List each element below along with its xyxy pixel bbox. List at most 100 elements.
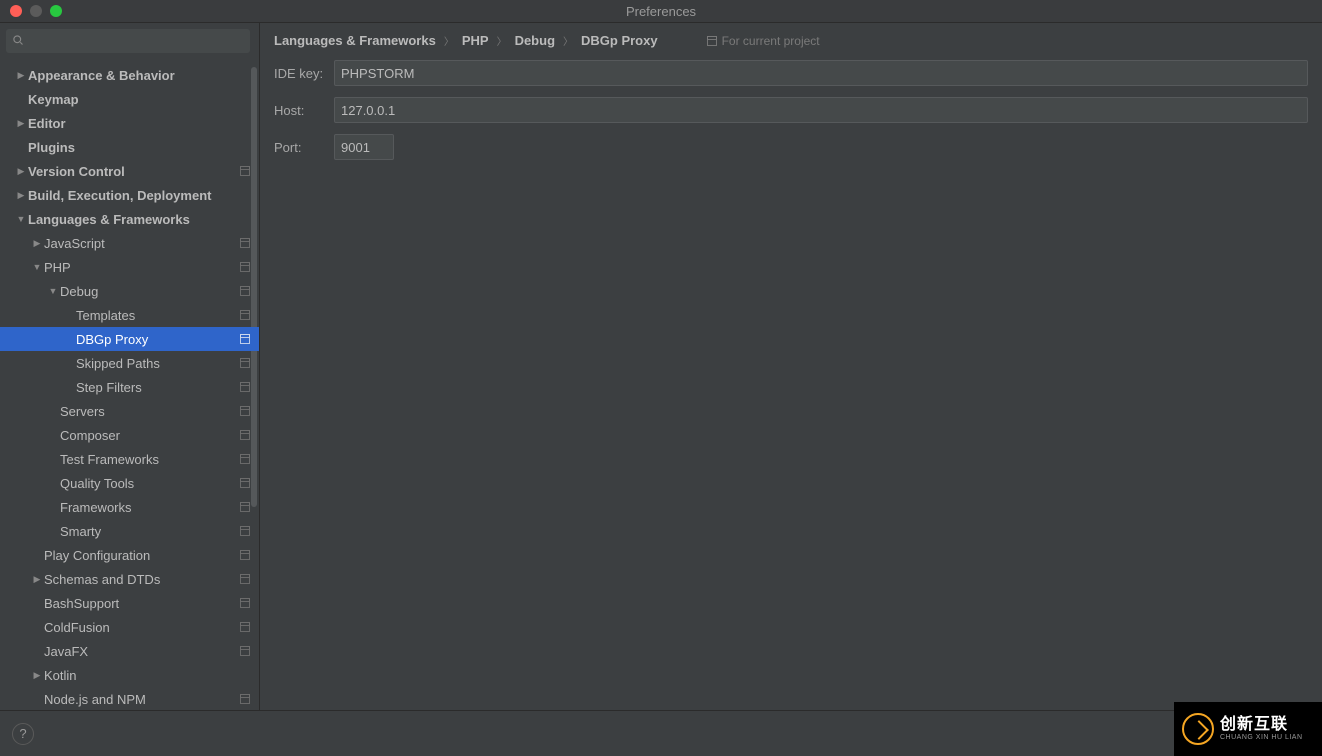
chevron-right-icon: 〉 [444,33,454,48]
breadcrumb-item[interactable]: Languages & Frameworks [274,33,436,48]
search-icon [12,34,24,46]
project-icon [239,549,251,561]
tree-item[interactable]: DBGp Proxy [0,327,259,351]
breadcrumb-item[interactable]: DBGp Proxy [581,33,658,48]
tree-item-label: Debug [60,284,98,299]
tree-item[interactable]: Test Frameworks [0,447,259,471]
chevron-down-icon[interactable]: ▼ [30,262,44,272]
tree-item[interactable]: Step Filters [0,375,259,399]
watermark-logo-icon [1182,713,1214,745]
titlebar: Preferences [0,0,1322,23]
tree-item-label: Step Filters [76,380,142,395]
watermark: 创新互联 CHUANG XIN HU LIAN [1174,702,1322,756]
tree-item[interactable]: Keymap [0,87,259,111]
project-icon [239,237,251,249]
project-icon [239,309,251,321]
tree-item[interactable]: ▼Languages & Frameworks [0,207,259,231]
tree-item-label: Editor [28,116,66,131]
tree-item[interactable]: ▶Appearance & Behavior [0,63,259,87]
project-icon [706,35,718,47]
port-label: Port: [274,140,334,155]
tree-item-label: Frameworks [60,500,132,515]
chevron-right-icon: 〉 [563,33,573,48]
tree-item[interactable]: Node.js and NPM [0,687,259,710]
help-button[interactable]: ? [12,723,34,745]
traffic-lights [0,5,62,17]
host-input[interactable] [334,97,1308,123]
project-icon [239,165,251,177]
project-icon [239,501,251,513]
footer: ? Cancel A [0,710,1322,756]
project-scope-tag: For current project [706,34,820,48]
host-label: Host: [274,103,334,118]
project-icon [239,453,251,465]
project-icon [239,357,251,369]
chevron-right-icon[interactable]: ▶ [14,70,28,81]
chevron-right-icon[interactable]: ▶ [30,670,44,681]
tree-item[interactable]: Plugins [0,135,259,159]
tree-item-label: Languages & Frameworks [28,212,190,227]
tree-item[interactable]: Quality Tools [0,471,259,495]
window-title: Preferences [0,4,1322,19]
tree-item-label: Quality Tools [60,476,134,491]
chevron-right-icon[interactable]: ▶ [14,190,28,201]
settings-form: IDE key: Host: Port: [260,58,1322,173]
tree-item-label: Plugins [28,140,75,155]
project-icon [239,429,251,441]
tree-item[interactable]: JavaFX [0,639,259,663]
tree-item[interactable]: Smarty [0,519,259,543]
tree-item-label: Skipped Paths [76,356,160,371]
breadcrumb: Languages & Frameworks 〉 PHP 〉 Debug 〉 D… [260,23,1322,58]
tree-item[interactable]: ▶Editor [0,111,259,135]
tree-item-label: Build, Execution, Deployment [28,188,211,203]
chevron-down-icon[interactable]: ▼ [46,286,60,296]
ide-key-input[interactable] [334,60,1308,86]
tree-item[interactable]: BashSupport [0,591,259,615]
chevron-right-icon[interactable]: ▶ [30,574,44,585]
chevron-right-icon[interactable]: ▶ [30,238,44,249]
settings-tree[interactable]: ▶Appearance & BehaviorKeymap▶EditorPlugi… [0,59,259,710]
maximize-window-button[interactable] [50,5,62,17]
project-icon [239,285,251,297]
tree-item-label: ColdFusion [44,620,110,635]
project-icon [239,405,251,417]
chevron-right-icon[interactable]: ▶ [14,118,28,129]
minimize-window-button[interactable] [30,5,42,17]
tree-item[interactable]: Skipped Paths [0,351,259,375]
project-icon [239,597,251,609]
chevron-down-icon[interactable]: ▼ [14,214,28,224]
tree-item[interactable]: ▶Version Control [0,159,259,183]
tree-item-label: Test Frameworks [60,452,159,467]
project-icon [239,573,251,585]
close-window-button[interactable] [10,5,22,17]
tree-item[interactable]: ▶JavaScript [0,231,259,255]
tree-item-label: JavaScript [44,236,105,251]
tree-item-label: Kotlin [44,668,77,683]
tree-item-label: Schemas and DTDs [44,572,160,587]
tree-item[interactable]: Play Configuration [0,543,259,567]
breadcrumb-item[interactable]: PHP [462,33,489,48]
tree-item-label: BashSupport [44,596,119,611]
tree-item-label: Composer [60,428,120,443]
project-icon [239,621,251,633]
project-icon [239,645,251,657]
chevron-right-icon[interactable]: ▶ [14,166,28,177]
breadcrumb-item[interactable]: Debug [515,33,555,48]
tree-item[interactable]: Servers [0,399,259,423]
tree-item-label: JavaFX [44,644,88,659]
search-input[interactable] [6,29,250,53]
project-scope-label: For current project [722,34,820,48]
tree-item[interactable]: ▼PHP [0,255,259,279]
tree-item[interactable]: Frameworks [0,495,259,519]
tree-item[interactable]: ColdFusion [0,615,259,639]
project-icon [239,477,251,489]
tree-item[interactable]: ▶Kotlin [0,663,259,687]
tree-item[interactable]: Composer [0,423,259,447]
tree-item[interactable]: ▶Schemas and DTDs [0,567,259,591]
tree-item[interactable]: ▶Build, Execution, Deployment [0,183,259,207]
project-icon [239,333,251,345]
port-input[interactable] [334,134,394,160]
tree-item[interactable]: ▼Debug [0,279,259,303]
tree-item-label: Servers [60,404,105,419]
tree-item[interactable]: Templates [0,303,259,327]
